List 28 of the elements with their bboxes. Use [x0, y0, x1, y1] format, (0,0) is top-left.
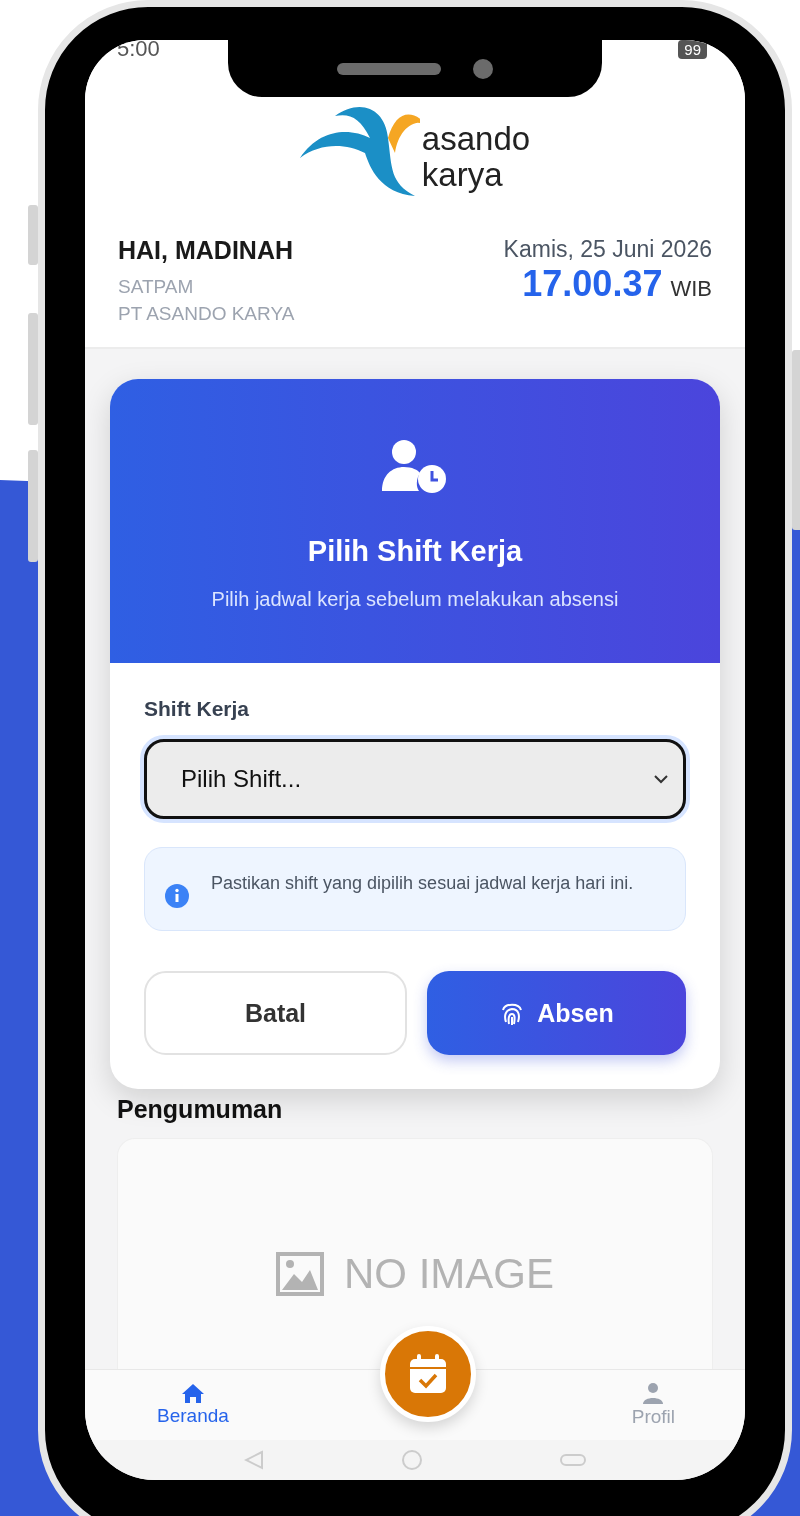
user-icon	[642, 1382, 665, 1404]
chevron-down-icon	[653, 774, 669, 784]
user-role: SATPAM	[118, 275, 194, 299]
image-icon	[276, 1252, 324, 1296]
company-name: PT ASANDO KARYA	[118, 302, 295, 326]
field-label: Shift Kerja	[144, 697, 251, 721]
greeting: HAI, MADINAH	[118, 236, 293, 265]
timezone: WIB	[670, 276, 712, 302]
home-circle-icon	[401, 1449, 423, 1471]
logo-text: asando karya	[421, 121, 531, 193]
no-image-text: NO IMAGE	[344, 1250, 554, 1298]
recents-icon	[560, 1453, 587, 1467]
dialog-subtitle: Pilih jadwal kerja sebelum melakukan absensi	[211, 588, 619, 611]
user-clock-icon	[382, 439, 448, 495]
cancel-button[interactable]: Batal	[144, 971, 407, 1055]
current-time: 17.00.37	[522, 263, 663, 305]
info-text: Pastikan shift yang dipilih sesuai jadwal kerja hari ini.	[211, 872, 634, 895]
attendance-button[interactable]	[380, 1326, 476, 1422]
current-date: Kamis, 25 Juni 2026	[503, 236, 712, 263]
battery-indicator: 99	[678, 40, 707, 59]
calendar-check-icon	[408, 1353, 448, 1395]
nav-item[interactable]: Beranda	[157, 1370, 229, 1440]
info-icon	[165, 884, 189, 908]
home-icon	[180, 1383, 205, 1403]
absen-button[interactable]: Absen	[427, 971, 686, 1055]
back-icon	[243, 1450, 264, 1470]
section-title: Pengumuman	[117, 1095, 284, 1124]
dialog-title: Pilih Shift Kerja	[307, 535, 523, 568]
